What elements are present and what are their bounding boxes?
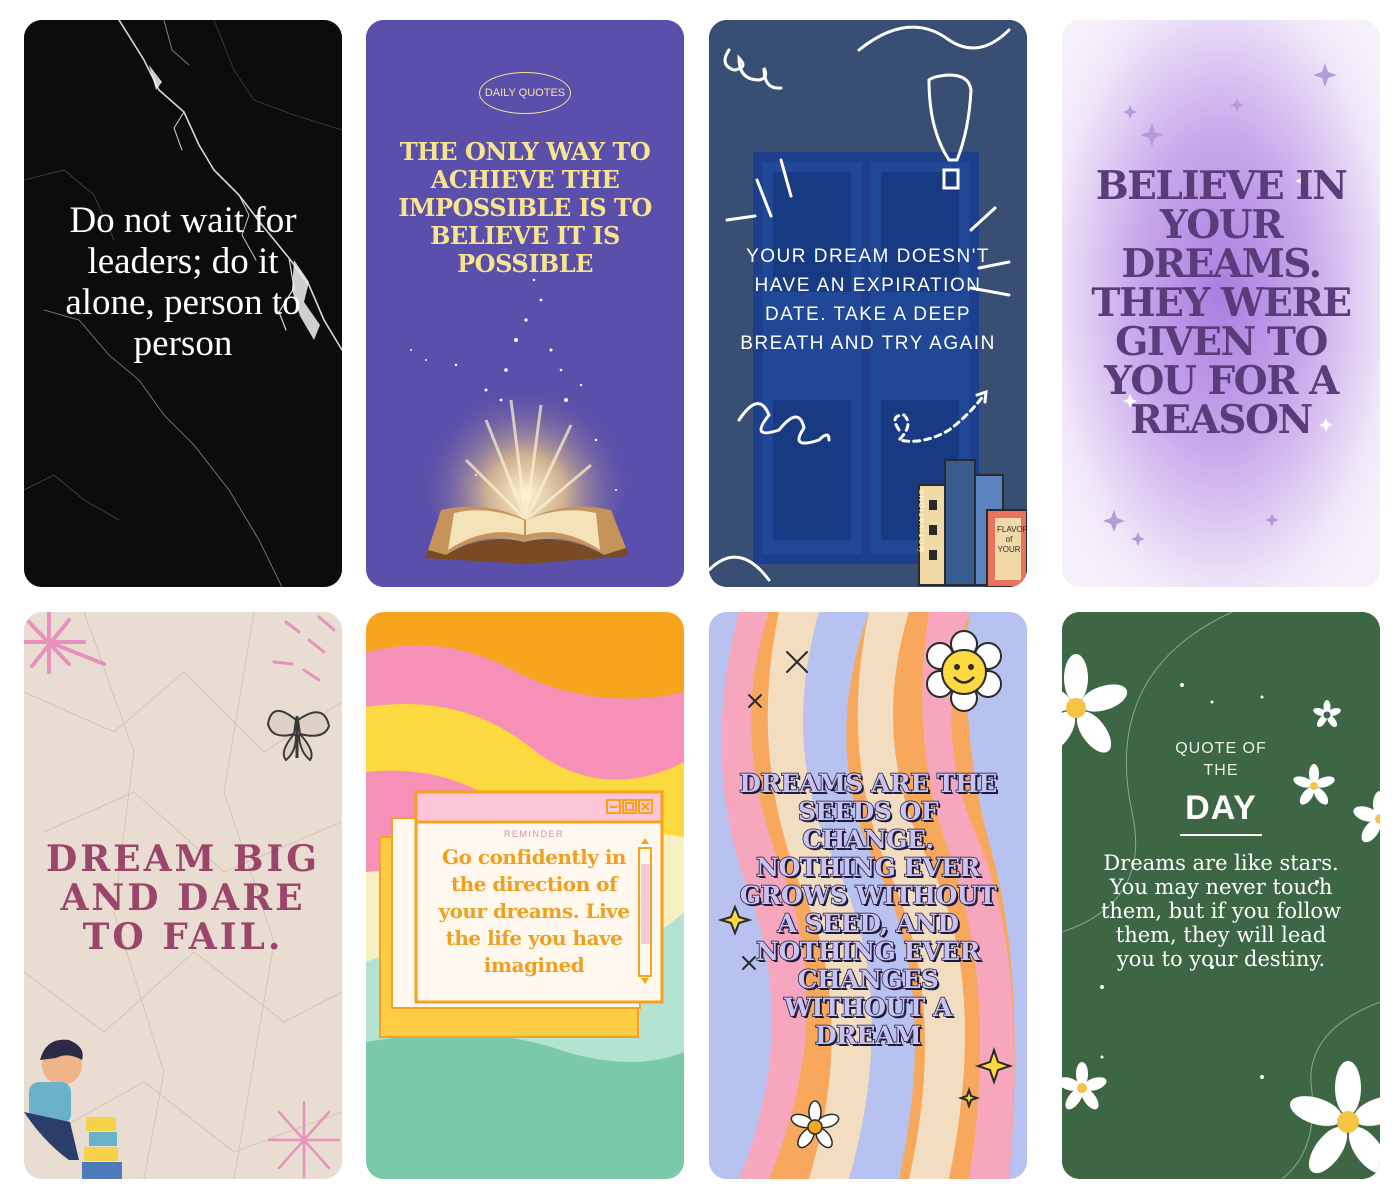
quote-text: BELIEVE IN YOUR DREAMS. THEY WERE GIVEN … xyxy=(1091,163,1352,443)
quote-card-1[interactable]: Do not wait for leaders; do it alone, pe… xyxy=(24,20,342,587)
daily-quotes-badge: DAILY QUOTES xyxy=(479,72,571,114)
quote-card-7[interactable]: DREAMS ARE THE SEEDS OF CHANGE. NOTHING … xyxy=(709,612,1027,1179)
quote-text: DREAM BIG AND DARE TO FAIL. xyxy=(46,838,320,958)
quote-text: YOUR DREAM DOESN'T HAVE AN EXPIRATION DA… xyxy=(740,246,996,354)
headline-underline xyxy=(1180,834,1262,836)
quote-card-4[interactable]: BELIEVE IN YOUR DREAMS. THEY WERE GIVEN … xyxy=(1062,20,1380,587)
quote-card-6[interactable]: REMINDER Go confidently in the direction… xyxy=(366,612,684,1179)
quote-card-5[interactable]: DREAM BIG AND DARE TO FAIL. xyxy=(24,612,342,1179)
book-spine-motivations: MOTIVATIONS xyxy=(919,488,926,552)
quote-text: Do not wait for leaders; do it alone, pe… xyxy=(65,200,301,364)
quote-text: Go confidently in the direction of your … xyxy=(438,845,630,977)
quote-text: Dreams are like stars. You may never tou… xyxy=(1100,851,1342,971)
reminder-window-title: REMINDER xyxy=(503,829,564,839)
quote-text: DREAMS ARE THE SEEDS OF CHANGE. NOTHING … xyxy=(738,769,998,1051)
quote-text: THE ONLY WAY TO ACHIEVE THE IMPOSSIBLE I… xyxy=(398,137,652,278)
book-spine-flavor: FLAVOR of YOUR xyxy=(997,525,1027,554)
quote-card-3[interactable]: YOUR DREAM DOESN'T HAVE AN EXPIRATION DA… xyxy=(709,20,1027,587)
quote-card-2[interactable]: DAILY QUOTES THE ONLY WAY TO ACHIEVE THE… xyxy=(366,20,684,587)
quote-card-8[interactable]: QUOTE OF THE DAY Dreams are like stars. … xyxy=(1062,612,1380,1179)
quote-of-the-kicker: QUOTE OF THE xyxy=(1175,740,1267,779)
day-headline: DAY xyxy=(1185,789,1257,827)
